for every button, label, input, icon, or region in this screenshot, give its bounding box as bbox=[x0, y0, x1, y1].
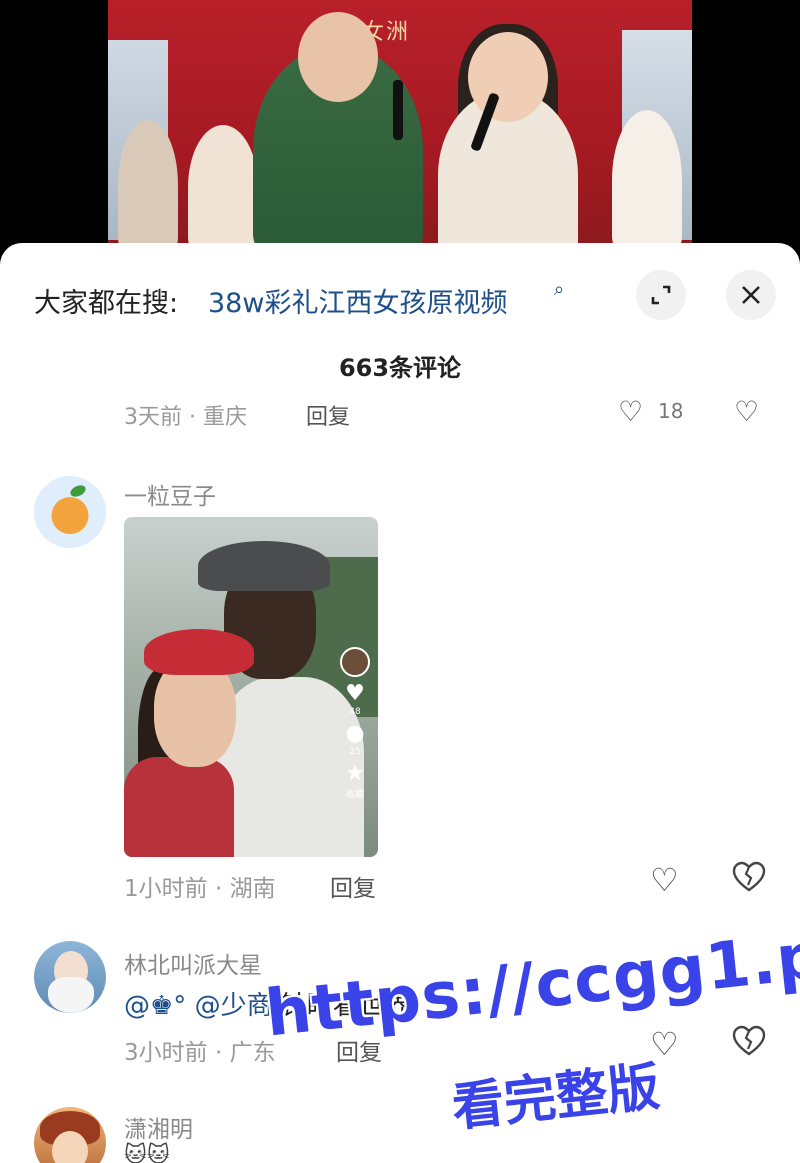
broken-heart-button[interactable] bbox=[732, 1025, 766, 1065]
search-icon: ⌕ bbox=[554, 279, 565, 300]
heart-icon[interactable]: ♡ bbox=[618, 399, 643, 428]
avatar[interactable] bbox=[34, 1107, 106, 1163]
comment-username[interactable]: 林北叫派大星 bbox=[124, 946, 262, 980]
close-button[interactable] bbox=[726, 270, 776, 320]
broken-heart-icon bbox=[732, 861, 766, 892]
avatar-beard bbox=[48, 977, 94, 1013]
mention-link[interactable]: @♚° bbox=[124, 991, 186, 1021]
trending-search-row[interactable]: 大家都在搜: 38w彩礼江西女孩原视频 ⌕ bbox=[0, 263, 800, 329]
close-icon bbox=[742, 286, 760, 304]
reply-button[interactable]: 回复 bbox=[330, 869, 376, 903]
comment-count: 663条评论 bbox=[338, 354, 462, 382]
trending-search-prefix: 大家都在搜: bbox=[34, 288, 179, 319]
reply-button[interactable]: 回复 bbox=[306, 399, 350, 429]
video-frame: 泰女洲 bbox=[108, 0, 692, 250]
comment-username[interactable]: 一粒豆子 bbox=[124, 477, 216, 511]
video-presenter-2-head bbox=[468, 32, 548, 122]
video-audience bbox=[118, 120, 178, 250]
comment-meta: 1小时前 · 湖南 bbox=[124, 876, 276, 902]
thumb-cap bbox=[198, 541, 330, 591]
broken-heart-icon[interactable] bbox=[732, 861, 766, 901]
thumb-woman-body bbox=[124, 757, 234, 857]
thumb-red-hat bbox=[144, 629, 254, 675]
trending-search-term[interactable]: 38w彩礼江西女孩原视频 bbox=[208, 281, 507, 320]
embedded-video-thumbnail[interactable]: ♥ 48 ● 25 ★ 收藏 bbox=[124, 517, 378, 857]
comment-username[interactable]: 潇湘明 bbox=[124, 1110, 193, 1144]
comment-meta: 3小时前 · 广东 bbox=[124, 1040, 276, 1066]
star-icon: ★ bbox=[345, 761, 365, 786]
avatar-face bbox=[52, 1131, 88, 1163]
comment-bubble-icon: ● bbox=[345, 721, 365, 746]
like-count: 18 bbox=[658, 399, 684, 423]
video-audience bbox=[188, 125, 258, 250]
comment-emoji: 🐱🐱 bbox=[124, 1143, 170, 1163]
heart-icon[interactable]: ♡ bbox=[650, 861, 679, 899]
mention-link[interactable]: @少商 bbox=[195, 991, 273, 1021]
heart-icon: ♥ bbox=[345, 681, 365, 706]
avatar[interactable] bbox=[34, 941, 106, 1013]
comment-meta: 3天前 · 重庆 bbox=[124, 405, 247, 429]
thumb-comment-count: 25 bbox=[349, 747, 361, 757]
video-audience bbox=[612, 110, 682, 250]
broken-heart-icon bbox=[732, 1025, 766, 1056]
microphone-1 bbox=[393, 80, 403, 140]
thumb-author-avatar bbox=[340, 647, 370, 677]
thumb-like-count: 48 bbox=[349, 707, 361, 717]
video-presenter-1-head bbox=[298, 12, 378, 102]
expand-button[interactable] bbox=[636, 270, 686, 320]
thumb-side-actions: ♥ 48 ● 25 ★ 收藏 bbox=[338, 647, 372, 800]
thumb-fav-label: 收藏 bbox=[345, 790, 364, 800]
avatar[interactable] bbox=[34, 476, 106, 548]
video-player[interactable]: 泰女洲 bbox=[0, 0, 800, 250]
previous-comment-footer: 3天前 · 重庆 回复 ♡ 18 ♡ bbox=[124, 399, 784, 429]
expand-icon bbox=[651, 285, 671, 305]
avatar-leaf bbox=[68, 483, 88, 499]
broken-heart-icon[interactable]: ♡ bbox=[734, 399, 759, 428]
